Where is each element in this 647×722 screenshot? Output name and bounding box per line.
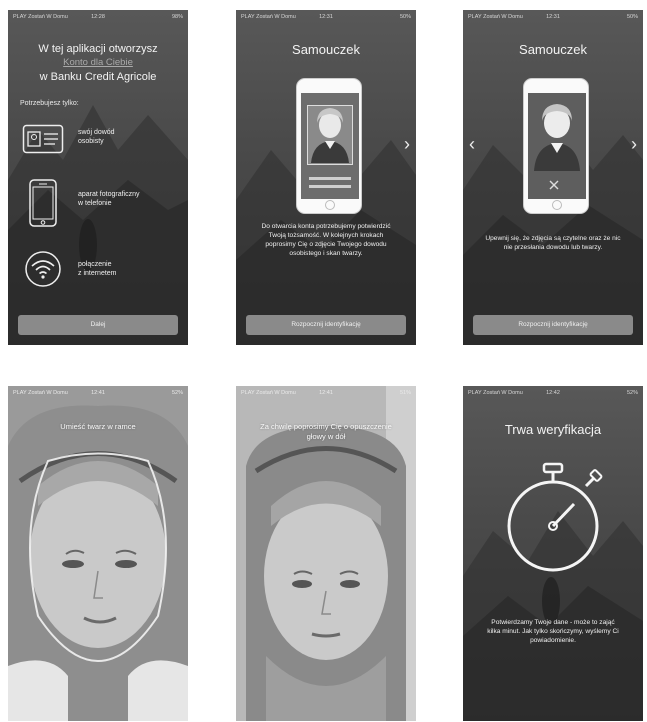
next-button[interactable]: Dalej <box>18 315 178 335</box>
progress-line <box>309 177 351 180</box>
tutorial-illustration-phone <box>296 78 362 214</box>
carrier-label: PLAY Zostań W Domu <box>241 390 296 396</box>
clock: 12:41 <box>319 390 333 396</box>
need-label: Potrzebujesz tylko: <box>20 100 79 107</box>
tilt-instruction: Za chwilę poprosimy Cię o opuszczenie gł… <box>260 422 392 441</box>
screen-face-capture-tilt: PLAY Zostań W Domu 12:41 51% Za chwilę p… <box>236 386 416 721</box>
requirement-internet: połączenie z internetem <box>22 251 117 287</box>
wifi-icon <box>25 251 61 287</box>
face-frame-instruction: Umieść twarz w ramce <box>60 422 136 431</box>
camera-preview <box>8 386 188 721</box>
title-line: w Banku Credit Agricole <box>39 71 157 83</box>
clock: 12:31 <box>319 14 333 20</box>
battery-level: 50% <box>626 14 638 20</box>
clock: 12:41 <box>91 390 105 396</box>
item-line: swój dowód <box>78 129 115 136</box>
requirement-id-card: swój dowód osobisty <box>22 124 115 154</box>
battery-level: 52% <box>171 390 183 396</box>
title-line: W tej aplikacji otworzysz <box>38 43 158 55</box>
status-bar: PLAY Zostań W Domu 12:31 50% <box>236 10 416 24</box>
status-bar: PLAY Zostań W Domu 12:31 50% <box>463 10 643 24</box>
screen-tutorial-2: PLAY Zostań W Domu 12:31 50% Samouczek ‹… <box>463 10 643 345</box>
stopwatch-icon <box>507 462 603 572</box>
face-illustration <box>528 93 586 199</box>
phone-screen <box>301 93 359 199</box>
carrier-label: PLAY Zostań W Domu <box>13 14 68 20</box>
progress-line <box>309 185 351 188</box>
smartphone-icon <box>29 179 57 227</box>
face-illustration <box>311 108 349 163</box>
carrier-label: PLAY Zostań W Domu <box>468 14 523 20</box>
start-identification-button[interactable]: Rozpocznij identyfikację <box>246 315 406 335</box>
home-button <box>552 200 562 210</box>
item-line: osobisty <box>78 138 104 145</box>
clock: 12:31 <box>546 14 560 20</box>
chevron-left-icon[interactable]: ‹ <box>469 134 475 155</box>
intro-title: W tej aplikacji otworzysz Konto dla Cieb… <box>8 42 188 84</box>
status-bar: PLAY Zostań W Domu 12:42 52% <box>463 386 643 400</box>
battery-level: 50% <box>399 14 411 20</box>
carrier-label: PLAY Zostań W Domu <box>241 14 296 20</box>
id-card-icon <box>22 124 64 154</box>
item-line: w telefonie <box>78 200 112 207</box>
clock: 12:28 <box>91 14 105 20</box>
screen-verification: PLAY Zostań W Domu 12:42 52% Trwa weryfi… <box>463 386 643 721</box>
home-button <box>325 200 335 210</box>
tutorial-illustration-phone <box>523 78 589 214</box>
item-line: aparat fotograficzny <box>78 191 140 198</box>
phone-screen <box>528 93 586 199</box>
verification-text: Potwierdzamy Twoje dane - może to zająć … <box>487 619 619 644</box>
chevron-right-icon[interactable]: › <box>631 134 637 155</box>
account-link[interactable]: Konto dla Ciebie <box>8 56 188 70</box>
tutorial-text: Upewnij się, że zdjęcia są czytelne oraz… <box>485 235 621 251</box>
chevron-right-icon[interactable]: › <box>404 134 410 155</box>
tutorial-text: Do otwarcia konta potrzebujemy potwierdz… <box>261 223 391 257</box>
screen-intro: PLAY Zostań W Domu 12:28 98% W tej aplik… <box>8 10 188 345</box>
clock: 12:42 <box>546 390 560 396</box>
battery-level: 98% <box>171 14 183 20</box>
status-bar: PLAY Zostań W Domu 12:28 98% <box>8 10 188 24</box>
requirement-camera: aparat fotograficzny w telefonie <box>22 179 140 227</box>
tutorial-title: Samouczek <box>292 42 360 57</box>
verification-title: Trwa weryfikacja <box>504 422 602 437</box>
tutorial-title: Samouczek <box>519 42 587 57</box>
carrier-label: PLAY Zostań W Domu <box>468 390 523 396</box>
screen-tutorial-1: PLAY Zostań W Domu 12:31 50% Samouczek ›… <box>236 10 416 345</box>
item-line: z internetem <box>78 270 117 277</box>
battery-level: 51% <box>399 390 411 396</box>
status-bar: PLAY Zostań W Domu 12:41 52% <box>8 386 188 400</box>
item-line: połączenie <box>78 261 112 268</box>
carrier-label: PLAY Zostań W Domu <box>13 390 68 396</box>
battery-level: 52% <box>626 390 638 396</box>
screen-face-capture: PLAY Zostań W Domu 12:41 52% Umieść twar… <box>8 386 188 721</box>
status-bar: PLAY Zostań W Domu 12:41 51% <box>236 386 416 400</box>
start-identification-button[interactable]: Rozpocznij identyfikację <box>473 315 633 335</box>
